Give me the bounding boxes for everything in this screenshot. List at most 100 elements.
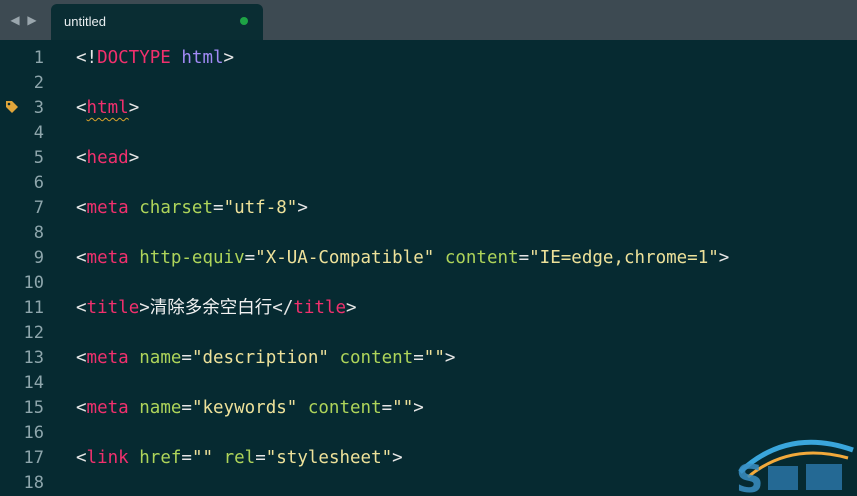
line-number: 8: [33, 223, 44, 243]
code-string: "utf-8": [223, 198, 298, 218]
code-punctuation: =: [518, 248, 530, 268]
code-punctuation: >: [128, 98, 140, 118]
code-punctuation: >: [392, 448, 403, 468]
line-number: 16: [23, 423, 44, 443]
code-line[interactable]: 15 <meta name="keywords" content="">: [0, 395, 857, 420]
code-tag: meta: [86, 398, 129, 418]
code-string: "IE=edge,chrome=1": [529, 248, 719, 268]
code-punctuation: >: [718, 248, 730, 268]
caret-right-icon[interactable]: ▶: [25, 12, 39, 28]
code-tag: link: [86, 448, 129, 468]
code-punctuation: =: [244, 248, 256, 268]
code-line[interactable]: 7 <meta charset="utf-8">: [0, 195, 857, 220]
code-line[interactable]: 3 <html>: [0, 95, 857, 120]
line-number: 3: [33, 98, 44, 118]
code-punctuation: <!: [76, 48, 98, 68]
line-number: 6: [33, 173, 44, 193]
modified-dot-icon[interactable]: [240, 17, 248, 25]
line-number: 11: [23, 298, 44, 318]
caret-left-icon[interactable]: ◀: [8, 12, 22, 28]
tab-untitled[interactable]: untitled: [51, 4, 263, 40]
code-punctuation: >: [413, 398, 424, 418]
code-punctuation: [129, 198, 140, 218]
code-text-line[interactable]: <head>: [76, 148, 139, 168]
code-line[interactable]: 11 <title>清除多余空白行</title>: [0, 295, 857, 320]
code-text-line[interactable]: <meta name="description" content="">: [76, 348, 455, 368]
code-punctuation: <: [76, 198, 87, 218]
code-punctuation: =: [181, 348, 192, 368]
code-line[interactable]: 13 <meta name="description" content="">: [0, 345, 857, 370]
code-tag: DOCTYPE: [97, 48, 171, 68]
code-punctuation: >: [223, 48, 235, 68]
code-attribute: name: [139, 398, 182, 418]
code-punctuation: [297, 398, 308, 418]
code-attribute: content: [339, 348, 414, 368]
code-punctuation: [129, 448, 140, 468]
code-attribute: href: [139, 448, 182, 468]
code-text-line[interactable]: <meta http-equiv="X-UA-Compatible" conte…: [76, 248, 729, 268]
code-text-line[interactable]: <meta name="keywords" content="">: [76, 398, 424, 418]
line-number: 12: [23, 323, 44, 343]
code-text-line[interactable]: <html>: [76, 98, 139, 118]
code-punctuation: >: [346, 298, 357, 318]
code-tag: title: [86, 298, 140, 318]
code-punctuation: =: [413, 348, 424, 368]
line-number: 17: [23, 448, 44, 468]
code-attribute: name: [139, 348, 182, 368]
code-text-line[interactable]: <!DOCTYPE html>: [76, 48, 234, 68]
code-line[interactable]: 14: [0, 370, 857, 395]
code-line[interactable]: 12: [0, 320, 857, 345]
code-punctuation: >: [297, 198, 308, 218]
code-punctuation: <: [76, 348, 87, 368]
code-line[interactable]: 4: [0, 120, 857, 145]
code-punctuation: =: [255, 448, 266, 468]
code-string: "description": [191, 348, 329, 368]
code-punctuation: [434, 248, 445, 268]
code-keyword: html: [181, 48, 224, 68]
code-string: "stylesheet": [265, 448, 393, 468]
code-line[interactable]: 9 <meta http-equiv="X-UA-Compatible" cont…: [0, 245, 857, 270]
line-number: 10: [23, 273, 44, 293]
code-editor[interactable]: 1 <!DOCTYPE html> 2 3 <html> 4 5 <head> 6 7 <meta …: [0, 40, 857, 496]
code-tag: head: [86, 148, 129, 168]
code-string: "": [191, 448, 214, 468]
line-number: 18: [23, 473, 44, 493]
tab-bar: ◀ ▶ untitled: [0, 0, 857, 40]
code-text: 清除多余空白行: [149, 298, 273, 318]
svg-text:S: S: [736, 457, 763, 496]
code-punctuation: >: [139, 298, 150, 318]
code-text-line[interactable]: <link href="" rel="stylesheet">: [76, 448, 403, 468]
code-punctuation: [213, 448, 224, 468]
code-punctuation: <: [76, 248, 87, 268]
line-number: 2: [33, 73, 44, 93]
code-line[interactable]: 8: [0, 220, 857, 245]
code-tag: meta: [86, 198, 129, 218]
code-punctuation: </: [272, 298, 294, 318]
code-attribute: rel: [223, 448, 256, 468]
code-attribute: content: [444, 248, 519, 268]
line-number: 7: [33, 198, 44, 218]
code-line[interactable]: 1 <!DOCTYPE html>: [0, 45, 857, 70]
code-text-line[interactable]: <title>清除多余空白行</title>: [76, 298, 357, 318]
code-text-line[interactable]: <meta charset="utf-8">: [76, 198, 308, 218]
code-punctuation: <: [76, 398, 87, 418]
code-line[interactable]: 5 <head>: [0, 145, 857, 170]
code-punctuation: <: [76, 148, 87, 168]
line-number: 13: [23, 348, 44, 368]
code-line[interactable]: 10: [0, 270, 857, 295]
line-number: 5: [33, 148, 44, 168]
code-tag: meta: [86, 348, 129, 368]
code-line[interactable]: 6: [0, 170, 857, 195]
code-string: "": [392, 398, 414, 418]
code-punctuation: >: [128, 148, 140, 168]
code-punctuation: [171, 48, 182, 68]
code-tag: html: [86, 98, 129, 118]
code-line[interactable]: 2: [0, 70, 857, 95]
code-string: "keywords": [191, 398, 298, 418]
code-tag: title: [293, 298, 347, 318]
code-punctuation: [329, 348, 340, 368]
code-punctuation: =: [181, 398, 192, 418]
line-number: 4: [33, 123, 44, 143]
code-punctuation: [129, 398, 140, 418]
line-number: 1: [33, 48, 44, 68]
